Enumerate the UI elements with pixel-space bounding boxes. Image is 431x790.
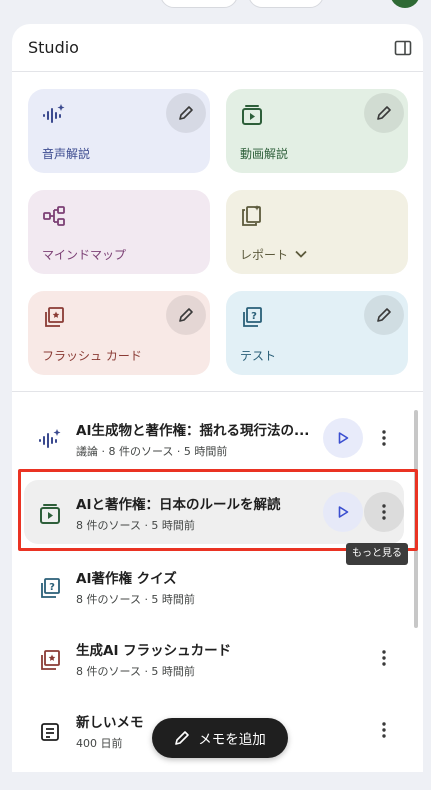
add-note-button[interactable]: メモを追加 bbox=[152, 718, 288, 758]
tile-report[interactable]: レポート bbox=[226, 190, 408, 274]
item-subtitle: 8 件のソース · 5 時間前 bbox=[76, 593, 195, 606]
more-options-button[interactable] bbox=[364, 492, 404, 532]
item-title: 生成AI フラッシュカード bbox=[76, 643, 232, 659]
edit-button[interactable] bbox=[364, 93, 404, 133]
tile-quiz[interactable]: ? テスト bbox=[226, 291, 408, 375]
studio-title: Studio bbox=[28, 38, 79, 57]
tile-label: マインドマップ bbox=[42, 248, 127, 262]
item-title: AI生成物と著作権：揺れる現行法の... bbox=[76, 423, 310, 439]
top-toolbar-button[interactable] bbox=[160, 0, 238, 8]
play-button[interactable] bbox=[323, 418, 363, 458]
tile-label: 音声解説 bbox=[42, 147, 91, 161]
chevron-down-icon[interactable] bbox=[294, 246, 308, 260]
more-vert-icon bbox=[382, 650, 386, 666]
quiz-icon: ? bbox=[38, 576, 62, 600]
tile-flashcards[interactable]: フラッシュ カード bbox=[28, 291, 210, 375]
svg-text:?: ? bbox=[251, 311, 257, 322]
list-item[interactable]: AI生成物と著作権：揺れる現行法の... 議論 · 8 件のソース · 5 時間… bbox=[24, 406, 404, 470]
divider bbox=[12, 391, 423, 392]
audio-waveform-icon bbox=[38, 428, 62, 452]
tile-label: 動画解説 bbox=[240, 147, 289, 161]
tile-video-overview[interactable]: 動画解説 bbox=[226, 89, 408, 173]
pencil-icon bbox=[179, 308, 193, 322]
item-subtitle: 8 件のソース · 5 時間前 bbox=[76, 519, 195, 532]
tooltip-more: もっと見る bbox=[346, 543, 408, 565]
pencil-icon bbox=[377, 308, 391, 322]
panel-collapse-icon[interactable] bbox=[393, 38, 413, 58]
list-item[interactable]: 生成AI フラッシュカード 8 件のソース · 5 時間前 bbox=[24, 626, 404, 690]
pencil-icon bbox=[175, 731, 190, 745]
item-subtitle: 8 件のソース · 5 時間前 bbox=[76, 665, 195, 678]
more-options-button[interactable] bbox=[364, 710, 404, 750]
more-options-button[interactable] bbox=[364, 638, 404, 678]
flashcard-icon bbox=[42, 305, 66, 329]
edit-button[interactable] bbox=[364, 295, 404, 335]
video-play-icon bbox=[38, 502, 62, 526]
studio-panel: Studio 音声解説 動画解説 マインドマップ レポート フラッシュ カード … bbox=[12, 24, 423, 790]
more-vert-icon bbox=[382, 430, 386, 446]
pencil-icon bbox=[377, 106, 391, 120]
play-button[interactable] bbox=[323, 492, 363, 532]
audio-waveform-icon bbox=[42, 103, 66, 127]
avatar[interactable] bbox=[390, 0, 420, 8]
flashcard-icon bbox=[38, 648, 62, 672]
item-subtitle: 議論 · 8 件のソース · 5 時間前 bbox=[76, 445, 228, 458]
studio-header: Studio bbox=[12, 24, 423, 72]
video-play-icon bbox=[240, 103, 264, 127]
edit-button[interactable] bbox=[166, 295, 206, 335]
svg-text:?: ? bbox=[49, 582, 55, 593]
tile-audio-overview[interactable]: 音声解説 bbox=[28, 89, 210, 173]
tile-label: レポート bbox=[240, 248, 289, 262]
more-options-button[interactable] bbox=[364, 418, 404, 458]
item-title: AIと著作権：日本のルールを解読 bbox=[76, 497, 281, 513]
report-icon bbox=[240, 204, 264, 228]
item-subtitle: 400 日前 bbox=[76, 737, 123, 750]
more-vert-icon bbox=[382, 504, 386, 520]
top-toolbar-button[interactable] bbox=[248, 0, 324, 8]
note-icon bbox=[38, 720, 62, 744]
scrollbar[interactable] bbox=[414, 410, 418, 628]
add-note-label: メモを追加 bbox=[198, 732, 266, 748]
quiz-icon: ? bbox=[240, 305, 264, 329]
pencil-icon bbox=[179, 106, 193, 120]
play-icon bbox=[338, 432, 349, 444]
play-icon bbox=[338, 506, 349, 518]
bottom-strip bbox=[0, 772, 431, 790]
more-vert-icon bbox=[382, 722, 386, 738]
tile-label: フラッシュ カード bbox=[42, 349, 142, 363]
edit-button[interactable] bbox=[166, 93, 206, 133]
tile-label: テスト bbox=[240, 349, 277, 363]
list-item[interactable]: AIと著作権：日本のルールを解読 8 件のソース · 5 時間前 bbox=[24, 480, 404, 544]
mindmap-icon bbox=[42, 204, 66, 228]
item-title: AI著作権 クイズ bbox=[76, 571, 177, 587]
tile-mindmap[interactable]: マインドマップ bbox=[28, 190, 210, 274]
